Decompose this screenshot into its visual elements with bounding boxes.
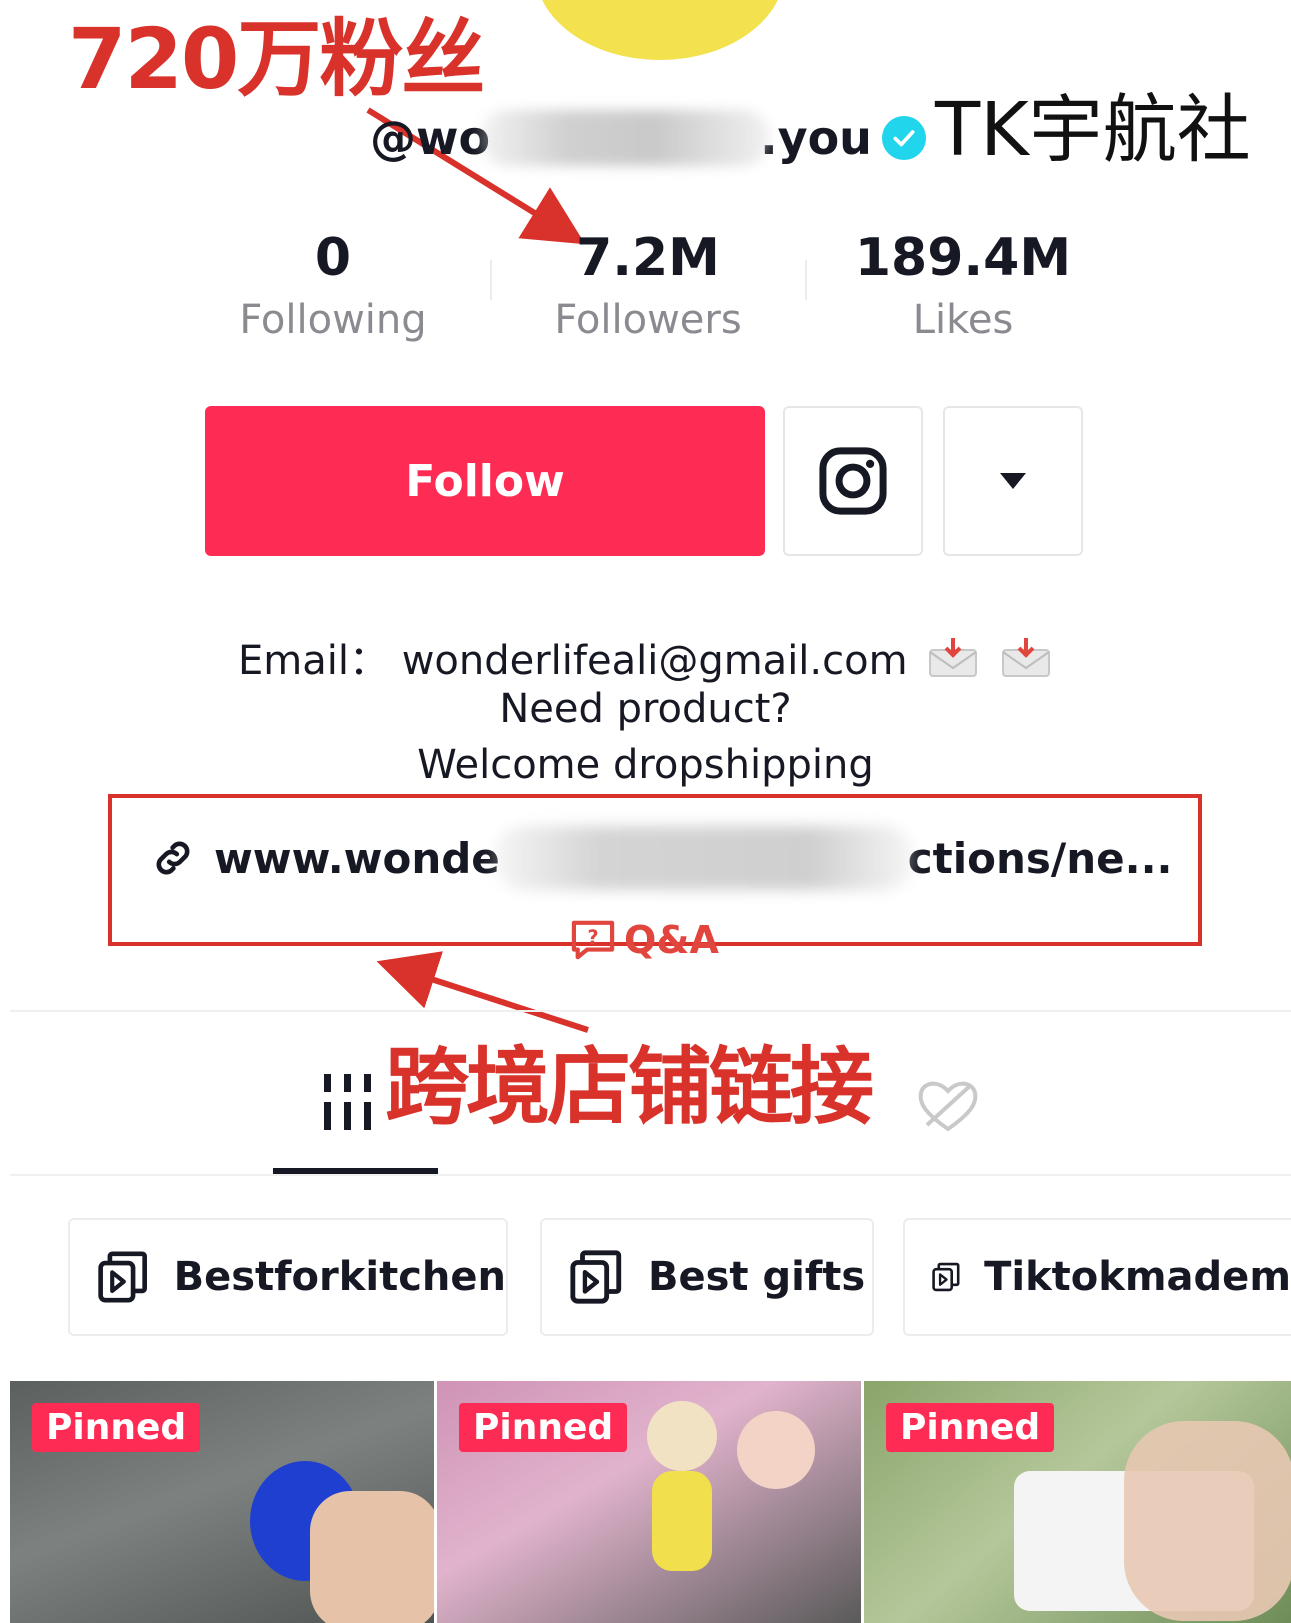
link-icon bbox=[156, 841, 190, 875]
profile-username: @wo .you bbox=[370, 108, 872, 168]
qa-label: Q&A bbox=[624, 918, 719, 962]
bio-line-need-product: Need product? bbox=[499, 686, 792, 732]
bio-line-dropshipping: Welcome dropshipping bbox=[417, 742, 874, 788]
playlist-icon bbox=[932, 1262, 960, 1292]
bio-email-line: Email： wonderlifeali@gmail.com bbox=[0, 628, 1291, 686]
pinned-badge: Pinned bbox=[32, 1403, 201, 1452]
playlist-chip[interactable]: Tiktokmadem bbox=[903, 1218, 1291, 1336]
section-divider bbox=[10, 1010, 1291, 1012]
bio-link-end: ctions/ne... bbox=[907, 833, 1173, 883]
thumbnail-hand bbox=[310, 1491, 434, 1623]
stat-following-label: Following bbox=[239, 297, 427, 343]
playlist-chip[interactable]: Bestforkitchen bbox=[68, 1218, 508, 1336]
pinned-badge: Pinned bbox=[459, 1403, 628, 1452]
bio-link[interactable]: www.wonde ctions/ne... bbox=[150, 826, 1173, 890]
verified-badge-icon bbox=[882, 116, 926, 160]
grid-icon bbox=[324, 1074, 371, 1130]
thumbnail-figure bbox=[647, 1401, 717, 1471]
stat-following[interactable]: 0 Following bbox=[193, 228, 473, 350]
playlist-name: Best gifts bbox=[648, 1254, 866, 1300]
bio-link-redaction bbox=[493, 826, 914, 890]
stat-followers[interactable]: 7.2M Followers bbox=[508, 228, 788, 350]
video-thumbnail[interactable]: Pinned bbox=[864, 1381, 1291, 1623]
hidden-heart-icon bbox=[918, 1081, 978, 1132]
username-prefix: @wo bbox=[370, 111, 491, 165]
caret-down-icon bbox=[1000, 473, 1026, 489]
tabs-divider bbox=[10, 1174, 1291, 1176]
playlist-name: Bestforkitchen bbox=[173, 1254, 506, 1300]
instagram-button[interactable] bbox=[783, 406, 923, 556]
svg-text:?: ? bbox=[587, 926, 598, 949]
stat-likes-value: 189.4M bbox=[854, 228, 1072, 288]
username-suffix: .you bbox=[760, 111, 872, 165]
stat-following-value: 0 bbox=[314, 228, 352, 288]
playlist-chip[interactable]: Best gifts bbox=[540, 1218, 874, 1336]
stat-followers-value: 7.2M bbox=[576, 228, 720, 288]
follow-button[interactable]: Follow bbox=[205, 406, 765, 556]
envelope-arrow-icon bbox=[929, 638, 978, 677]
stat-divider bbox=[805, 260, 807, 300]
stat-likes[interactable]: 189.4M Likes bbox=[823, 228, 1103, 350]
tab-videos[interactable] bbox=[320, 1070, 376, 1138]
instagram-icon bbox=[819, 447, 887, 515]
envelope-arrow-icon bbox=[1002, 638, 1051, 677]
qa-link[interactable]: ? Q&A bbox=[570, 915, 719, 965]
playlist-icon bbox=[570, 1250, 622, 1304]
stat-likes-label: Likes bbox=[912, 297, 1014, 343]
thumbnail-hand bbox=[1124, 1421, 1291, 1621]
qa-icon: ? bbox=[571, 920, 615, 960]
playlist-icon bbox=[98, 1251, 147, 1303]
bio-link-start: www.wonde bbox=[214, 833, 500, 883]
pinned-badge: Pinned bbox=[886, 1403, 1055, 1452]
more-options-button[interactable] bbox=[943, 406, 1083, 556]
username-redaction bbox=[480, 110, 771, 166]
stat-divider bbox=[490, 260, 492, 300]
thumbnail-figure-body bbox=[652, 1471, 712, 1571]
watermark-text: TK宇航社 bbox=[935, 87, 1251, 173]
stat-followers-label: Followers bbox=[554, 297, 742, 343]
tab-liked[interactable] bbox=[915, 1075, 981, 1139]
bio-email-value: wonderlifeali@gmail.com bbox=[401, 638, 908, 684]
bio-email-label: Email： bbox=[237, 638, 389, 684]
video-thumbnail[interactable]: Pinned bbox=[437, 1381, 861, 1623]
video-thumbnail[interactable]: Pinned bbox=[10, 1381, 434, 1623]
playlist-name: Tiktokmadem bbox=[984, 1254, 1291, 1300]
annotation-shop-link: 跨境店铺链接 bbox=[385, 1038, 874, 1136]
thumbnail-figure bbox=[737, 1411, 815, 1489]
